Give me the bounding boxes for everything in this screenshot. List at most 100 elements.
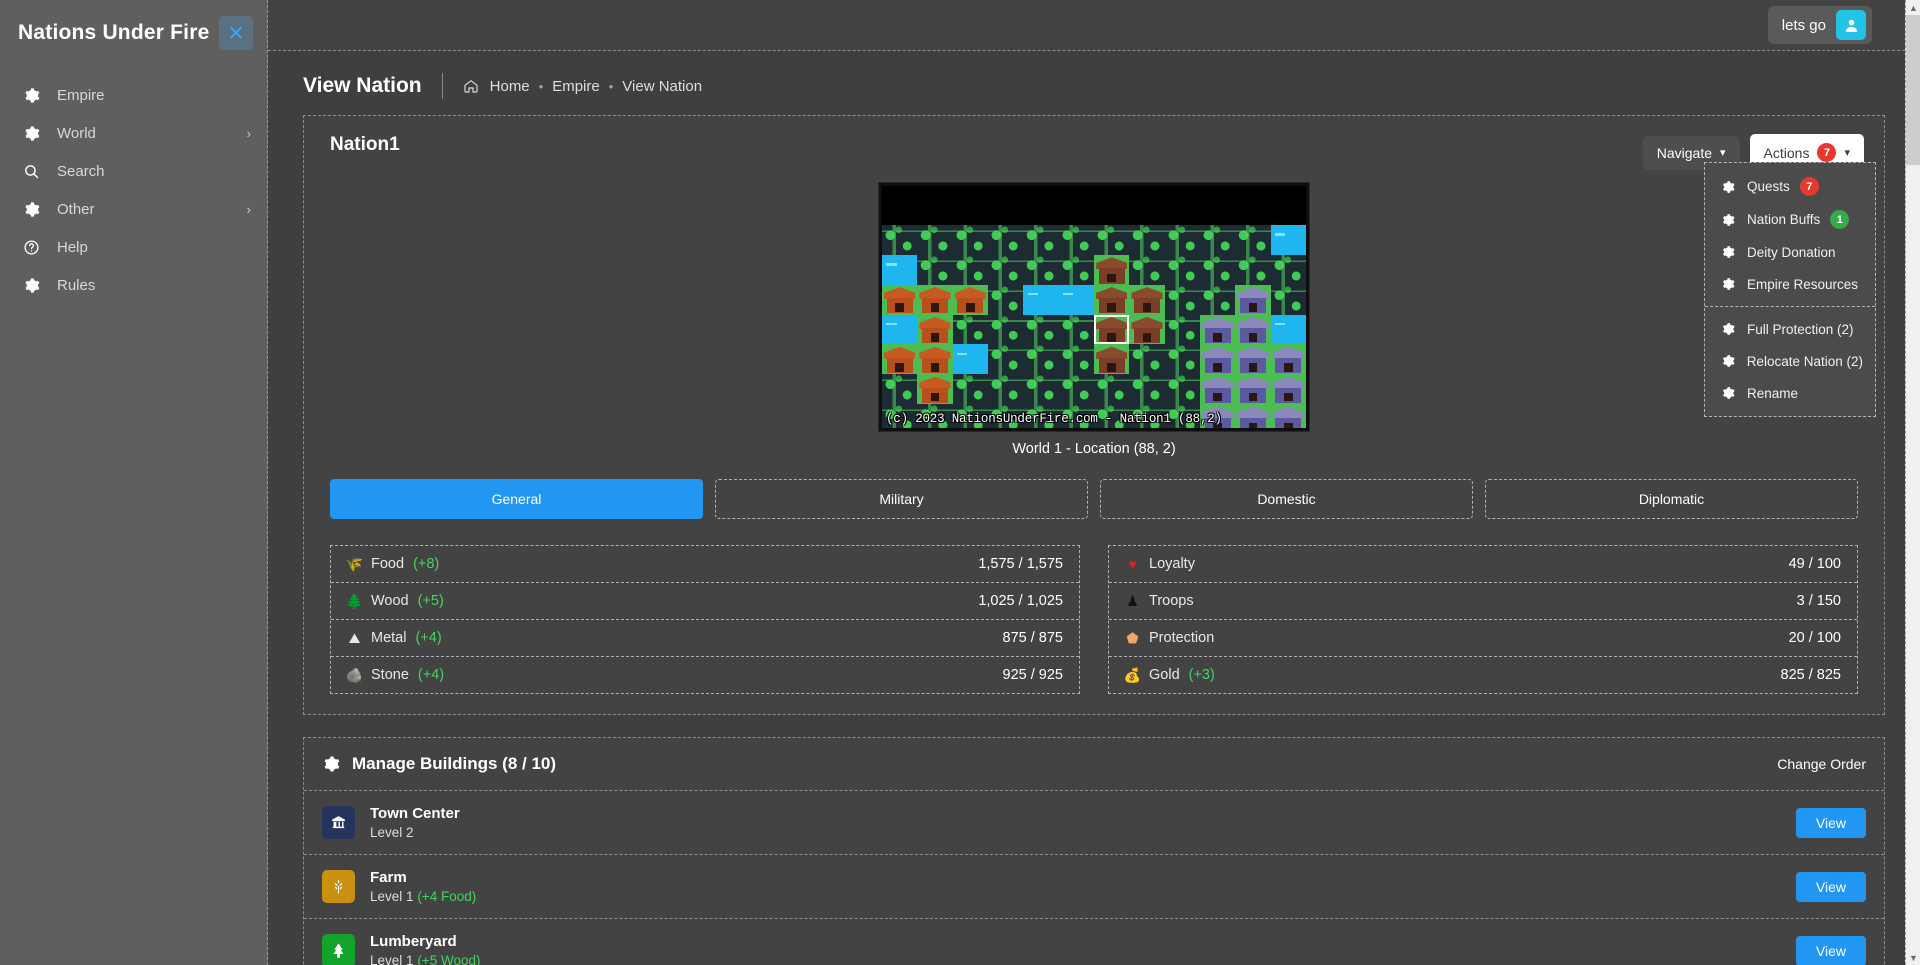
- map-tile[interactable]: [1129, 225, 1165, 255]
- menu-item-nation-buffs[interactable]: Nation Buffs 1: [1705, 203, 1875, 236]
- map-tile[interactable]: [1058, 314, 1095, 345]
- tab-diplomatic[interactable]: Diplomatic: [1485, 479, 1858, 519]
- map-tile[interactable]: [1129, 374, 1165, 405]
- map-tile[interactable]: [1235, 344, 1271, 375]
- page-scrollbar[interactable]: ▲ ▼: [1905, 0, 1920, 965]
- map-tile[interactable]: [1023, 254, 1059, 285]
- sidebar-item-empire[interactable]: Empire: [0, 76, 267, 114]
- map-tile[interactable]: [1023, 344, 1059, 375]
- scroll-up-icon[interactable]: ▲: [1906, 0, 1920, 15]
- map-tile[interactable]: [987, 254, 1024, 285]
- map-tile[interactable]: [1164, 225, 1201, 255]
- user-menu-button[interactable]: lets go: [1767, 6, 1872, 44]
- map-tile[interactable]: [1093, 374, 1130, 405]
- map-tile[interactable]: [1270, 404, 1306, 428]
- map-tile[interactable]: [987, 314, 1024, 345]
- map-tile[interactable]: [952, 254, 989, 285]
- tab-domestic[interactable]: Domestic: [1100, 479, 1473, 519]
- menu-item-relocate-nation[interactable]: Relocate Nation (2): [1705, 345, 1875, 377]
- map-tile[interactable]: [917, 254, 953, 285]
- map-tile[interactable]: [1270, 314, 1306, 345]
- sidebar-item-rules[interactable]: Rules: [0, 266, 267, 304]
- view-building-button[interactable]: View: [1795, 871, 1866, 902]
- map-tile[interactable]: [1164, 254, 1201, 285]
- sidebar-item-world[interactable]: World ›: [0, 114, 267, 152]
- map-tile[interactable]: [882, 344, 918, 375]
- map-tile[interactable]: [1058, 374, 1095, 405]
- map-tile[interactable]: [917, 225, 953, 255]
- map-tile[interactable]: [987, 374, 1024, 405]
- map-tile[interactable]: [987, 225, 1024, 255]
- map-tile[interactable]: [1199, 344, 1236, 375]
- map-tile[interactable]: [1164, 344, 1201, 375]
- menu-item-full-protection[interactable]: Full Protection (2): [1705, 313, 1875, 345]
- map-tile[interactable]: [1058, 254, 1095, 285]
- map-tile[interactable]: [1199, 225, 1236, 255]
- breadcrumb-home[interactable]: Home: [490, 78, 530, 95]
- map-tile[interactable]: [1129, 254, 1165, 285]
- user-icon[interactable]: [1836, 10, 1866, 40]
- map-tile[interactable]: [1023, 284, 1059, 315]
- menu-item-deity-donation[interactable]: Deity Donation: [1705, 236, 1875, 268]
- sidebar-item-other[interactable]: Other ›: [0, 190, 267, 228]
- map-tile[interactable]: [1235, 254, 1271, 285]
- map-tile[interactable]: [1058, 284, 1094, 315]
- map-tile[interactable]: [1270, 284, 1306, 315]
- map-tile[interactable]: [987, 344, 1024, 375]
- map-tile[interactable]: [882, 314, 918, 345]
- map-tile[interactable]: [882, 374, 918, 405]
- map-tile[interactable]: [1164, 374, 1201, 405]
- map-tile[interactable]: [1199, 284, 1236, 315]
- map-tile[interactable]: [1093, 344, 1130, 375]
- map-tile[interactable]: [1270, 374, 1306, 405]
- map-tile[interactable]: [1093, 284, 1130, 315]
- map-tile[interactable]: [917, 374, 953, 405]
- menu-item-empire-resources[interactable]: Empire Resources: [1705, 268, 1875, 300]
- nation-map[interactable]: (c) 2023 NationsUnderFire.com - Nation1 …: [878, 182, 1310, 432]
- map-tile[interactable]: [1129, 314, 1165, 345]
- map-tile[interactable]: [1235, 284, 1271, 315]
- close-icon[interactable]: ✕: [219, 16, 253, 50]
- map-tile[interactable]: [1164, 314, 1201, 345]
- map-tile[interactable]: [952, 284, 988, 315]
- sidebar-item-search[interactable]: Search: [0, 152, 267, 190]
- scroll-down-icon[interactable]: ▼: [1906, 950, 1920, 965]
- map-tile[interactable]: [952, 374, 989, 405]
- map-tile[interactable]: [1129, 284, 1165, 315]
- tab-general[interactable]: General: [330, 479, 703, 519]
- map-tile[interactable]: [882, 254, 918, 285]
- map-tile[interactable]: [1023, 374, 1059, 405]
- map-tile[interactable]: [882, 225, 918, 255]
- map-tile[interactable]: [952, 344, 988, 375]
- map-tile[interactable]: [952, 225, 989, 255]
- tab-military[interactable]: Military: [715, 479, 1088, 519]
- map-tile[interactable]: [917, 284, 953, 315]
- map-tile[interactable]: [1199, 314, 1236, 345]
- map-tile[interactable]: [1199, 254, 1236, 285]
- view-building-button[interactable]: View: [1795, 807, 1866, 838]
- view-building-button[interactable]: View: [1795, 935, 1866, 965]
- map-tile[interactable]: [1270, 254, 1306, 285]
- map-tile[interactable]: [952, 314, 989, 345]
- map-tile[interactable]: [1023, 225, 1059, 255]
- map-tile[interactable]: [917, 344, 953, 375]
- map-tile[interactable]: [1164, 284, 1201, 315]
- menu-item-rename[interactable]: Rename: [1705, 377, 1875, 409]
- map-tile[interactable]: [1093, 254, 1130, 285]
- map-tile[interactable]: [917, 314, 953, 345]
- map-tile[interactable]: [882, 284, 918, 315]
- scrollbar-thumb[interactable]: [1906, 15, 1920, 165]
- map-tile-grid[interactable]: [882, 225, 1306, 428]
- menu-item-quests[interactable]: Quests 7: [1705, 170, 1875, 203]
- map-tile[interactable]: [1129, 344, 1165, 375]
- map-tile[interactable]: [1058, 344, 1095, 375]
- map-tile[interactable]: [1093, 314, 1130, 345]
- map-tile[interactable]: [1270, 344, 1306, 375]
- map-tile[interactable]: [1235, 404, 1271, 428]
- map-tile[interactable]: [1023, 314, 1059, 345]
- map-tile[interactable]: [1235, 225, 1271, 255]
- map-tile[interactable]: [1058, 225, 1095, 255]
- breadcrumb-empire[interactable]: Empire: [552, 78, 600, 95]
- map-tile[interactable]: [1235, 374, 1271, 405]
- change-order-button[interactable]: Change Order: [1777, 756, 1866, 772]
